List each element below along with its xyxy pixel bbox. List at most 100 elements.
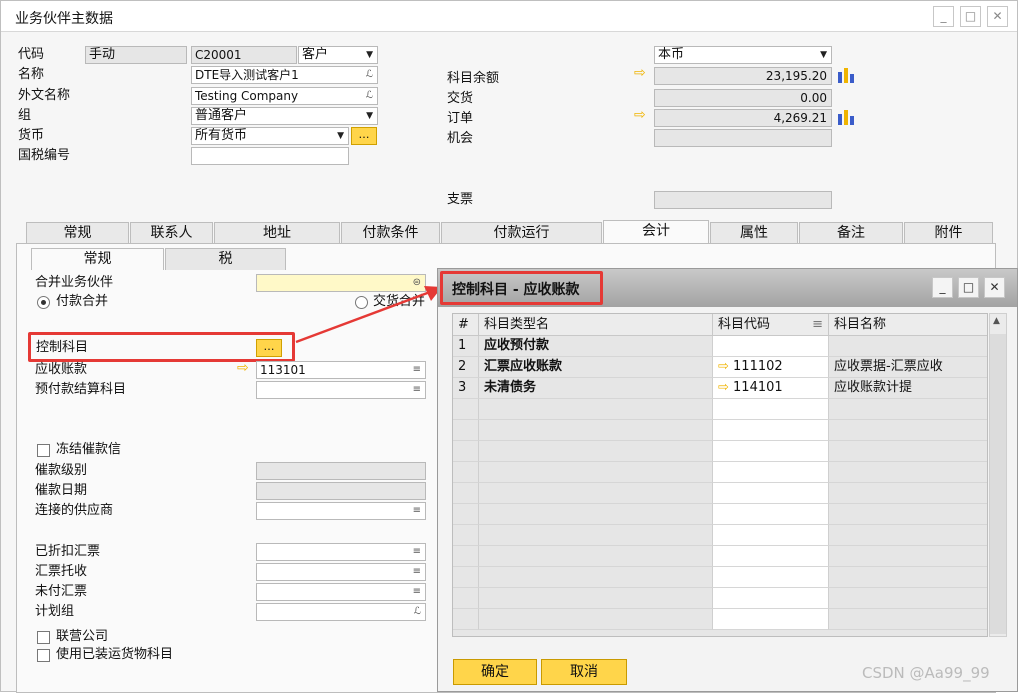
linked-vendor-field[interactable]: ≡: [256, 502, 426, 520]
column-header-num[interactable]: #: [453, 314, 479, 336]
code-mode[interactable]: 手动: [85, 46, 187, 64]
empty-cell[interactable]: [713, 546, 829, 567]
language-icon[interactable]: ℒ: [366, 88, 373, 104]
empty-cell: [829, 483, 987, 504]
empty-cell: [453, 441, 479, 462]
empty-cell[interactable]: [713, 609, 829, 630]
subtab-tax[interactable]: 税: [165, 248, 286, 270]
unpaid-bills-field[interactable]: ≡: [256, 583, 426, 601]
list-icon[interactable]: ≡: [413, 382, 421, 398]
list-icon[interactable]: ≡: [413, 362, 421, 378]
column-header-name[interactable]: 科目名称: [829, 314, 987, 336]
row-code[interactable]: ⇨ 114101: [713, 378, 829, 399]
code-field[interactable]: C20001: [191, 46, 297, 64]
empty-cell: [453, 504, 479, 525]
receivable-value: 113101: [260, 363, 306, 377]
list-icon[interactable]: ≡: [413, 564, 421, 580]
ok-button[interactable]: 确定: [453, 659, 537, 685]
currency-more-button[interactable]: …: [351, 127, 377, 145]
grid-scrollbar[interactable]: ▲: [989, 313, 1007, 637]
dunning-level-field: [256, 462, 426, 480]
tab-attachments[interactable]: 附件: [904, 222, 993, 244]
tab-payment-run[interactable]: 付款运行: [441, 222, 602, 244]
column-header-code[interactable]: 科目代码 ≡: [713, 314, 829, 336]
currency-display-select[interactable]: 本币: [654, 46, 832, 64]
cheque-label: 支票: [447, 192, 474, 207]
empty-cell[interactable]: [713, 441, 829, 462]
tab-properties[interactable]: 属性: [710, 222, 798, 244]
annotation-arrow: [295, 286, 442, 344]
link-arrow-icon[interactable]: ⇨: [237, 361, 253, 375]
foreign-name-field[interactable]: Testing Company ℒ: [191, 87, 378, 105]
list-icon[interactable]: ≡: [413, 584, 421, 600]
affiliate-checkbox[interactable]: [37, 631, 50, 644]
delivery-label: 交货: [447, 91, 474, 106]
link-arrow-icon[interactable]: ⇨: [718, 380, 733, 395]
highlight-box: [28, 332, 295, 362]
close-icon[interactable]: ✕: [987, 6, 1008, 27]
row-type: 汇票应收账款: [479, 357, 713, 378]
goods-shipped-checkbox[interactable]: [37, 649, 50, 662]
tab-accounting[interactable]: 会计: [603, 220, 709, 245]
maximize-icon[interactable]: □: [960, 6, 981, 27]
empty-cell: [829, 462, 987, 483]
tab-payment-terms[interactable]: 付款条件: [341, 222, 440, 244]
sort-icon[interactable]: ≡: [812, 314, 823, 336]
empty-cell: [829, 525, 987, 546]
link-arrow-icon[interactable]: ⇨: [718, 359, 733, 374]
empty-cell[interactable]: [713, 420, 829, 441]
delivery-field: 0.00: [654, 89, 832, 107]
receivable-field[interactable]: 113101 ≡: [256, 361, 426, 379]
planning-group-field[interactable]: ℒ: [256, 603, 426, 621]
bills-discounted-field[interactable]: ≡: [256, 543, 426, 561]
row-code[interactable]: ⇨ 111102: [713, 357, 829, 378]
empty-cell[interactable]: [713, 462, 829, 483]
column-header-type[interactable]: 科目类型名: [479, 314, 713, 336]
tab-general[interactable]: 常规: [26, 222, 129, 244]
maximize-icon[interactable]: □: [958, 277, 979, 298]
down-payment-label: 预付款结算科目: [35, 382, 127, 397]
language-icon[interactable]: ℒ: [414, 604, 421, 620]
link-arrow-icon[interactable]: ⇨: [634, 108, 650, 122]
empty-cell[interactable]: [713, 588, 829, 609]
minimize-icon[interactable]: _: [933, 6, 954, 27]
list-icon[interactable]: ≡: [413, 544, 421, 560]
tab-remarks[interactable]: 备注: [799, 222, 903, 244]
scroll-thumb[interactable]: [990, 334, 1006, 634]
empty-cell[interactable]: [713, 483, 829, 504]
scroll-up-icon[interactable]: ▲: [993, 316, 1000, 326]
tab-addresses[interactable]: 地址: [214, 222, 340, 244]
cancel-button[interactable]: 取消: [541, 659, 627, 685]
block-dunning-checkbox[interactable]: [37, 444, 50, 457]
row-code[interactable]: [713, 336, 829, 357]
language-icon[interactable]: ℒ: [366, 67, 373, 83]
group-select[interactable]: 普通客户: [191, 107, 378, 125]
bar-chart-icon[interactable]: [837, 66, 855, 84]
name-field[interactable]: DTE导入测试客户1 ℒ: [191, 66, 378, 84]
close-icon[interactable]: ✕: [984, 277, 1005, 298]
empty-cell[interactable]: [713, 399, 829, 420]
payment-consolidation-radio[interactable]: [37, 296, 50, 309]
dunning-date-field: [256, 482, 426, 500]
empty-cell[interactable]: [713, 525, 829, 546]
list-icon[interactable]: ≡: [413, 503, 421, 519]
control-account-grid: # 科目类型名 科目代码 ≡ 科目名称 1 应收预付款 2 汇票应收账款 ⇨ 11…: [452, 313, 988, 637]
row-code-value: 111102: [733, 359, 783, 374]
bar-chart-icon[interactable]: [837, 108, 855, 126]
subtab-general[interactable]: 常规: [31, 248, 164, 270]
link-arrow-icon[interactable]: ⇨: [634, 66, 650, 80]
bp-type-select[interactable]: 客户: [298, 46, 378, 64]
tab-contacts[interactable]: 联系人: [130, 222, 213, 244]
empty-cell[interactable]: [713, 567, 829, 588]
bills-collection-field[interactable]: ≡: [256, 563, 426, 581]
empty-cell: [479, 483, 713, 504]
row-num: 1: [453, 336, 479, 357]
title-bar: 业务伙伴主数据 _ □ ✕: [1, 1, 1017, 32]
empty-cell: [829, 609, 987, 630]
currency-select[interactable]: 所有货币: [191, 127, 349, 145]
down-payment-field[interactable]: ≡: [256, 381, 426, 399]
empty-cell[interactable]: [713, 504, 829, 525]
minimize-icon[interactable]: _: [932, 277, 953, 298]
tax-no-field[interactable]: [191, 147, 349, 165]
empty-cell: [479, 567, 713, 588]
